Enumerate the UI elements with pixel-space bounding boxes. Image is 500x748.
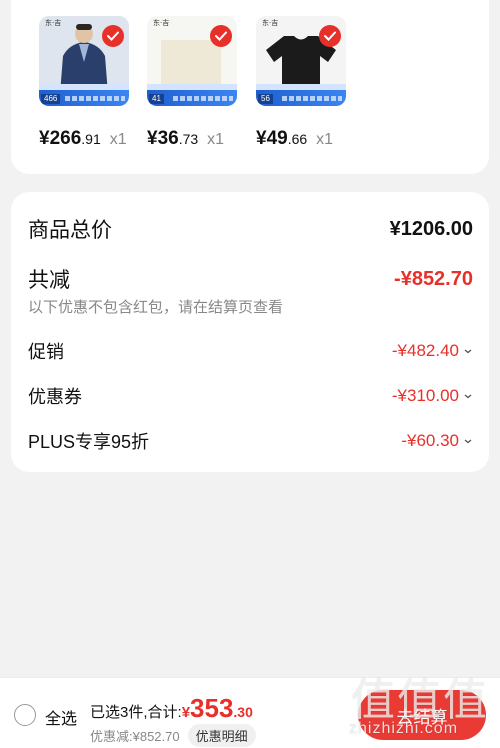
promo-badge: 41 [149, 94, 164, 104]
promo-badge: 466 [41, 94, 61, 104]
price-summary-card: 商品总价 ¥1206.00 共减 -¥852.70 以下优惠不包含红包，请在结算… [11, 192, 489, 472]
discount-label: 优惠券 [28, 387, 82, 407]
select-all-radio[interactable] [14, 704, 36, 726]
chevron-down-icon [464, 394, 472, 399]
product-price: ¥49.66 x1 [256, 128, 334, 149]
chevron-down-icon [464, 349, 472, 354]
product-qty: x1 [109, 131, 127, 148]
total-price-value: ¥1206.00 [389, 217, 473, 240]
brand-logo: 东·吉 [153, 19, 170, 27]
product-thumbnail[interactable]: 东·吉 466 [39, 16, 129, 106]
product-thumbnail[interactable]: 东·吉 56 [256, 16, 346, 106]
chevron-down-icon [464, 439, 472, 444]
product-list-card: 东·吉 466 ¥266.91 x1 东·吉 41 ¥36.73 x1 东·吉 … [11, 0, 489, 174]
total-reduce-value: -¥852.70 [394, 267, 473, 290]
total-reduce-row: 共减 -¥852.70 [28, 264, 473, 294]
total-price-label: 商品总价 [28, 219, 112, 242]
discount-row-plus[interactable]: PLUS专享95折 -¥60.30 [28, 428, 473, 454]
selected-check-icon[interactable] [319, 25, 341, 47]
promo-band: 56 [256, 90, 346, 106]
discount-row-promotion[interactable]: 促销 -¥482.40 [28, 338, 473, 364]
promo-band: 466 [39, 90, 129, 106]
total-price-row: 商品总价 ¥1206.00 [28, 214, 473, 244]
checkout-button[interactable]: 去结算 [358, 690, 486, 740]
brand-logo: 东·吉 [262, 19, 279, 27]
product-qty: x1 [207, 131, 225, 148]
discount-value: -¥60.30 [401, 431, 473, 451]
discount-value: -¥482.40 [392, 341, 473, 361]
promo-band: 41 [147, 90, 237, 106]
total-amount: 353 [190, 693, 234, 723]
selected-check-icon[interactable] [102, 25, 124, 47]
product-price: ¥266.91 x1 [39, 128, 127, 149]
reduce-note: 以下优惠不包含红包，请在结算页查看 [28, 299, 284, 316]
discount-row-coupon[interactable]: 优惠券 -¥310.00 [28, 383, 473, 409]
discount-summary: 优惠减:¥852.70 优惠明细 [90, 724, 256, 747]
product-thumbnail[interactable]: 东·吉 41 [147, 16, 237, 106]
select-all-label[interactable]: 全选 [45, 705, 77, 729]
promo-badge: 56 [258, 94, 273, 104]
selected-total: 已选3件,合计:¥353.30 [90, 693, 253, 723]
total-reduce-label: 共减 [28, 269, 70, 292]
discount-detail-button[interactable]: 优惠明细 [187, 724, 256, 747]
product-price: ¥36.73 x1 [147, 128, 225, 149]
selected-check-icon[interactable] [210, 25, 232, 47]
discount-label: PLUS专享95折 [28, 432, 150, 452]
brand-logo: 东·吉 [45, 19, 62, 27]
discount-value: -¥310.00 [392, 386, 473, 406]
discount-label: 促销 [28, 342, 64, 362]
product-qty: x1 [316, 131, 334, 148]
